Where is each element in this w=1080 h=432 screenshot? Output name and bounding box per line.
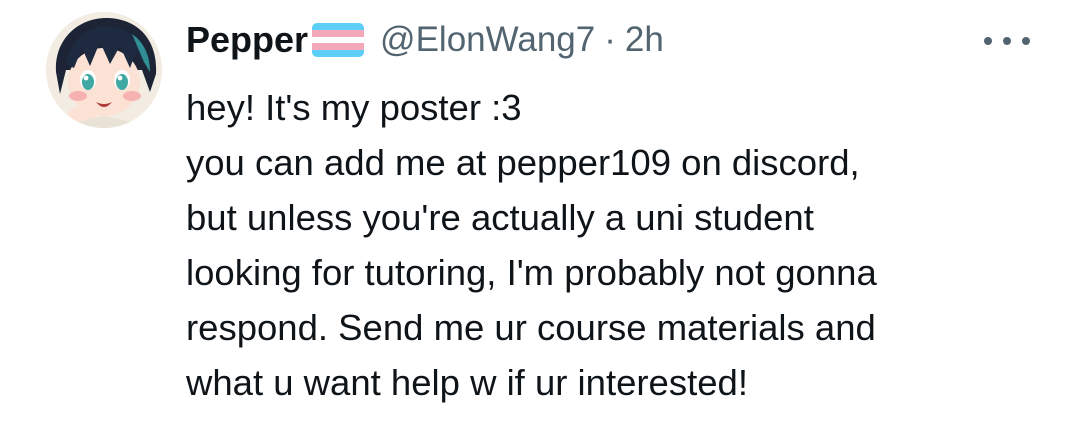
tweet-text-line: you can add me at pepper109 on discord, (186, 142, 860, 183)
avatar[interactable] (46, 12, 162, 128)
avatar-image (46, 12, 162, 128)
dot (984, 37, 992, 45)
dot (1022, 37, 1030, 45)
tweet-text-line: what u want help w if ur interested! (186, 362, 748, 403)
timestamp[interactable]: 2h (625, 20, 664, 60)
tweet-text-line: but unless you're actually a uni student (186, 197, 814, 238)
tweet-header: Pepper @ElonWang7 · 2h (186, 14, 664, 66)
more-options-icon[interactable] (984, 26, 1030, 56)
tweet: Pepper @ElonWang7 · 2h hey! It's my post… (0, 0, 1080, 432)
separator-dot: · (604, 20, 616, 59)
dot (1003, 37, 1011, 45)
display-name[interactable]: Pepper (186, 19, 308, 61)
tweet-text-line: hey! It's my poster :3 (186, 87, 522, 128)
tweet-text-line: respond. Send me ur course materials and (186, 307, 876, 348)
tweet-text-line: looking for tutoring, I'm probably not g… (186, 252, 877, 293)
user-handle[interactable]: @ElonWang7 (380, 20, 595, 60)
tweet-text: hey! It's my poster :3 you can add me at… (186, 80, 1046, 410)
transgender-flag-icon (312, 23, 365, 57)
